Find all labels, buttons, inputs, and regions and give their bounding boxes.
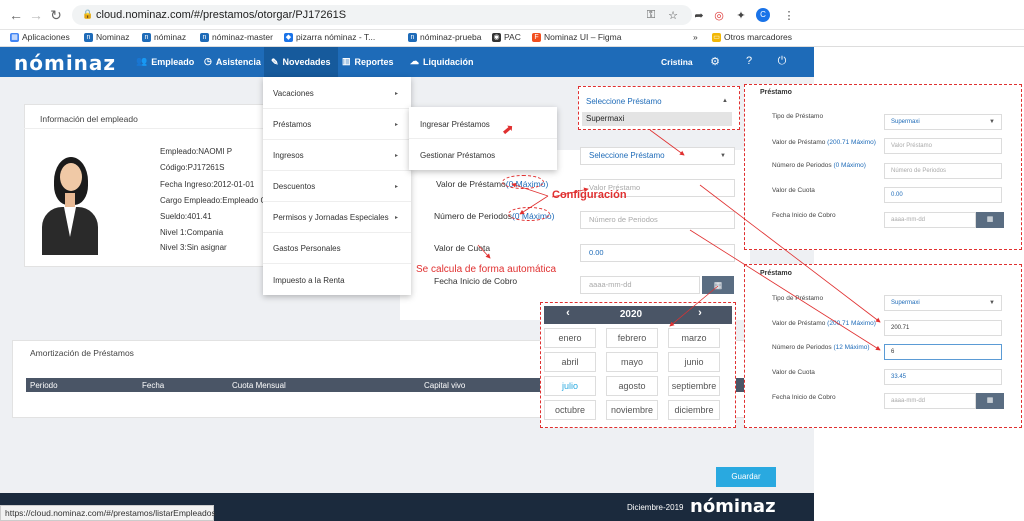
arrow	[551, 187, 589, 198]
arrow	[519, 195, 549, 215]
arrow	[669, 285, 719, 327]
arrow	[477, 244, 491, 259]
arrow	[689, 229, 881, 351]
arrow	[649, 129, 685, 156]
annotation-arrows	[477, 129, 881, 351]
arrow	[511, 182, 549, 197]
